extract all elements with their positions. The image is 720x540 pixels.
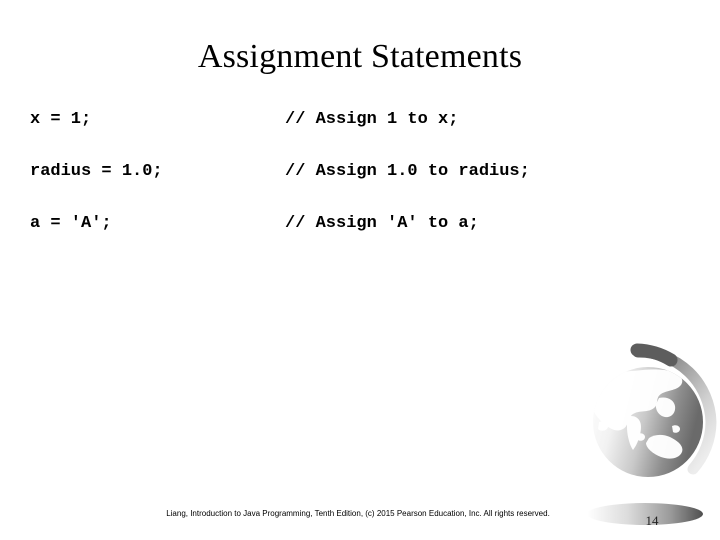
footer-credit: Liang, Introduction to Java Programming,…	[166, 509, 550, 518]
code-comment: // Assign 1.0 to radius;	[285, 162, 530, 181]
code-statement: x = 1;	[30, 110, 92, 129]
code-comment: // Assign 1 to x;	[285, 110, 459, 129]
code-line: radius = 1.0; // Assign 1.0 to radius;	[30, 162, 690, 214]
code-statement: a = 'A';	[30, 214, 112, 233]
globe-icon	[575, 338, 720, 540]
page-title: Assignment Statements	[197, 38, 523, 75]
slide: Assignment Statements x = 1; // Assign 1…	[0, 0, 720, 540]
code-comment: // Assign 'A' to a;	[285, 214, 479, 233]
code-statement: radius = 1.0;	[30, 162, 163, 181]
code-line: a = 'A'; // Assign 'A' to a;	[30, 214, 690, 262]
code-line: x = 1; // Assign 1 to x;	[30, 110, 690, 162]
page-number: 14	[645, 513, 659, 528]
code-block: x = 1; // Assign 1 to x; radius = 1.0; /…	[30, 110, 690, 262]
